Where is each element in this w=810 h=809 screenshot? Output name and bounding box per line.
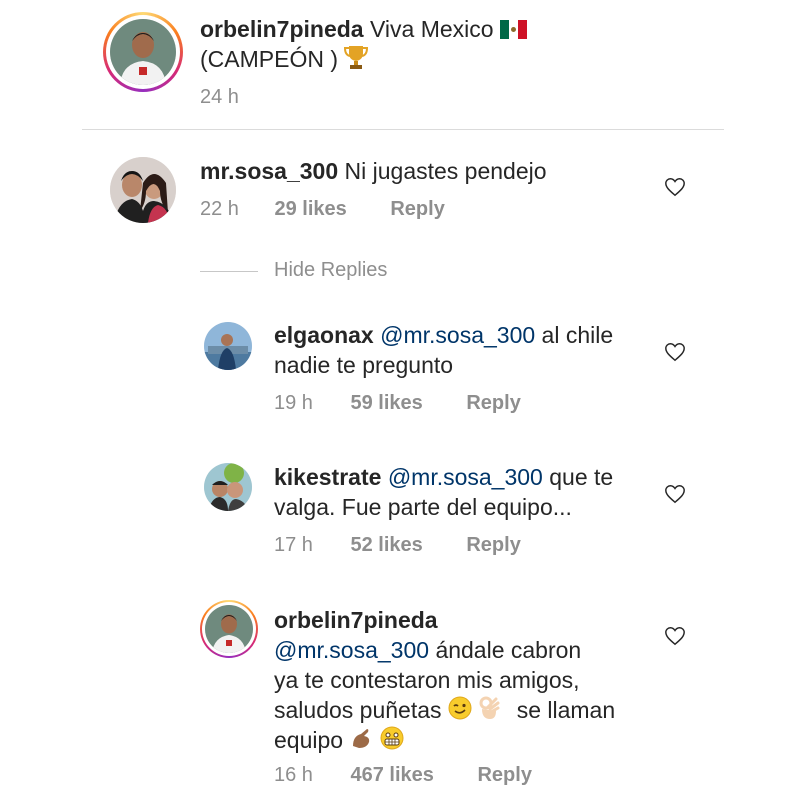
reply-3-text-1: ándale cabron: [435, 637, 582, 663]
caption-text-2: (CAMPEÓN ): [200, 46, 338, 72]
heart-icon[interactable]: [664, 625, 686, 647]
mexico-flag-icon: [499, 16, 527, 46]
comment-username[interactable]: mr.sosa_300: [200, 158, 338, 184]
comment-likes[interactable]: 29 likes: [275, 198, 347, 220]
reply-1-text-1: al chile: [541, 322, 614, 348]
reply-1-line-2: nadie te pregunto: [274, 352, 454, 378]
reply-2-username[interactable]: kikestrate: [274, 464, 381, 490]
heart-icon[interactable]: [664, 341, 686, 363]
caption-divider: [82, 129, 724, 130]
comment-text-line: mr.sosa_300 Ni jugastes pendejo: [200, 156, 547, 186]
comment-time: 22 h: [200, 198, 239, 220]
hide-replies-button[interactable]: Hide Replies: [274, 259, 387, 282]
reply-3-reply-button[interactable]: Reply: [477, 764, 531, 786]
grimacing-face-icon: [380, 726, 404, 757]
caption-line-2: (CAMPEÓN ): [200, 44, 369, 77]
reply-1-username[interactable]: elgaonax: [274, 322, 374, 348]
reply-2-text-1: que te: [549, 464, 614, 490]
heart-icon[interactable]: [664, 176, 686, 198]
reply-1-likes[interactable]: 59 likes: [351, 392, 423, 414]
comment-reply-button[interactable]: Reply: [390, 198, 444, 220]
reply-3-text-4: equipo: [274, 727, 344, 753]
reply-3-mention[interactable]: @mr.sosa_300: [274, 637, 429, 663]
comment-meta: 22 h 29 likes Reply: [200, 198, 445, 221]
reply-2-line-2: valga. Fue parte del equipo...: [274, 494, 572, 520]
reply-2-time: 17 h: [274, 534, 313, 556]
reply-1-reply-button[interactable]: Reply: [466, 392, 520, 414]
reply-1-time: 19 h: [274, 392, 313, 414]
reply-1-meta: 19 h 59 likes Reply: [274, 392, 521, 415]
winking-face-icon: [448, 696, 472, 727]
caption-time: 24 h: [200, 86, 239, 108]
ok-hand-icon: [478, 695, 500, 728]
reply-2-mention[interactable]: @mr.sosa_300: [388, 464, 543, 490]
trophy-icon: [344, 44, 369, 77]
avatar-orbelin7pineda[interactable]: [110, 19, 176, 85]
reply-2-likes[interactable]: 52 likes: [351, 534, 423, 556]
reply-3-line-2: ya te contestaron mis amigos,: [274, 667, 580, 693]
reply-3-line-1: @mr.sosa_300 ándale cabron: [274, 635, 581, 665]
pinched-fingers-icon: [349, 726, 373, 757]
reply-3-username[interactable]: orbelin7pineda: [274, 605, 438, 635]
reply-3-meta: 16 h 467 likes Reply: [274, 764, 532, 787]
avatar-orbelin7pineda-reply[interactable]: [205, 605, 253, 653]
reply-3-likes[interactable]: 467 likes: [351, 764, 434, 786]
caption-line-1: orbelin7pineda Viva Mexico: [200, 14, 527, 46]
avatar-elgaonax[interactable]: [204, 322, 252, 370]
reply-3-line-4: equipo: [274, 725, 404, 757]
caption-text: Viva Mexico: [369, 16, 494, 42]
avatar-mr-sosa-300[interactable]: [110, 157, 176, 223]
heart-icon[interactable]: [664, 483, 686, 505]
reply-2-line-1: kikestrate @mr.sosa_300 que te: [274, 462, 613, 492]
reply-1-mention[interactable]: @mr.sosa_300: [380, 322, 535, 348]
reply-3-text-3b: se llaman: [516, 697, 616, 723]
avatar-kikestrate[interactable]: [204, 463, 252, 511]
reply-2-reply-button[interactable]: Reply: [466, 534, 520, 556]
hide-replies-line: [200, 271, 258, 272]
reply-2-meta: 17 h 52 likes Reply: [274, 534, 521, 557]
reply-1-line-1: elgaonax @mr.sosa_300 al chile: [274, 320, 613, 350]
reply-3-line-3: saludos puñetas se llaman: [274, 695, 615, 728]
reply-3-text-3: saludos puñetas: [274, 697, 442, 723]
caption-username[interactable]: orbelin7pineda: [200, 16, 364, 42]
reply-3-time: 16 h: [274, 764, 313, 786]
comment-text: Ni jugastes pendejo: [344, 158, 547, 184]
